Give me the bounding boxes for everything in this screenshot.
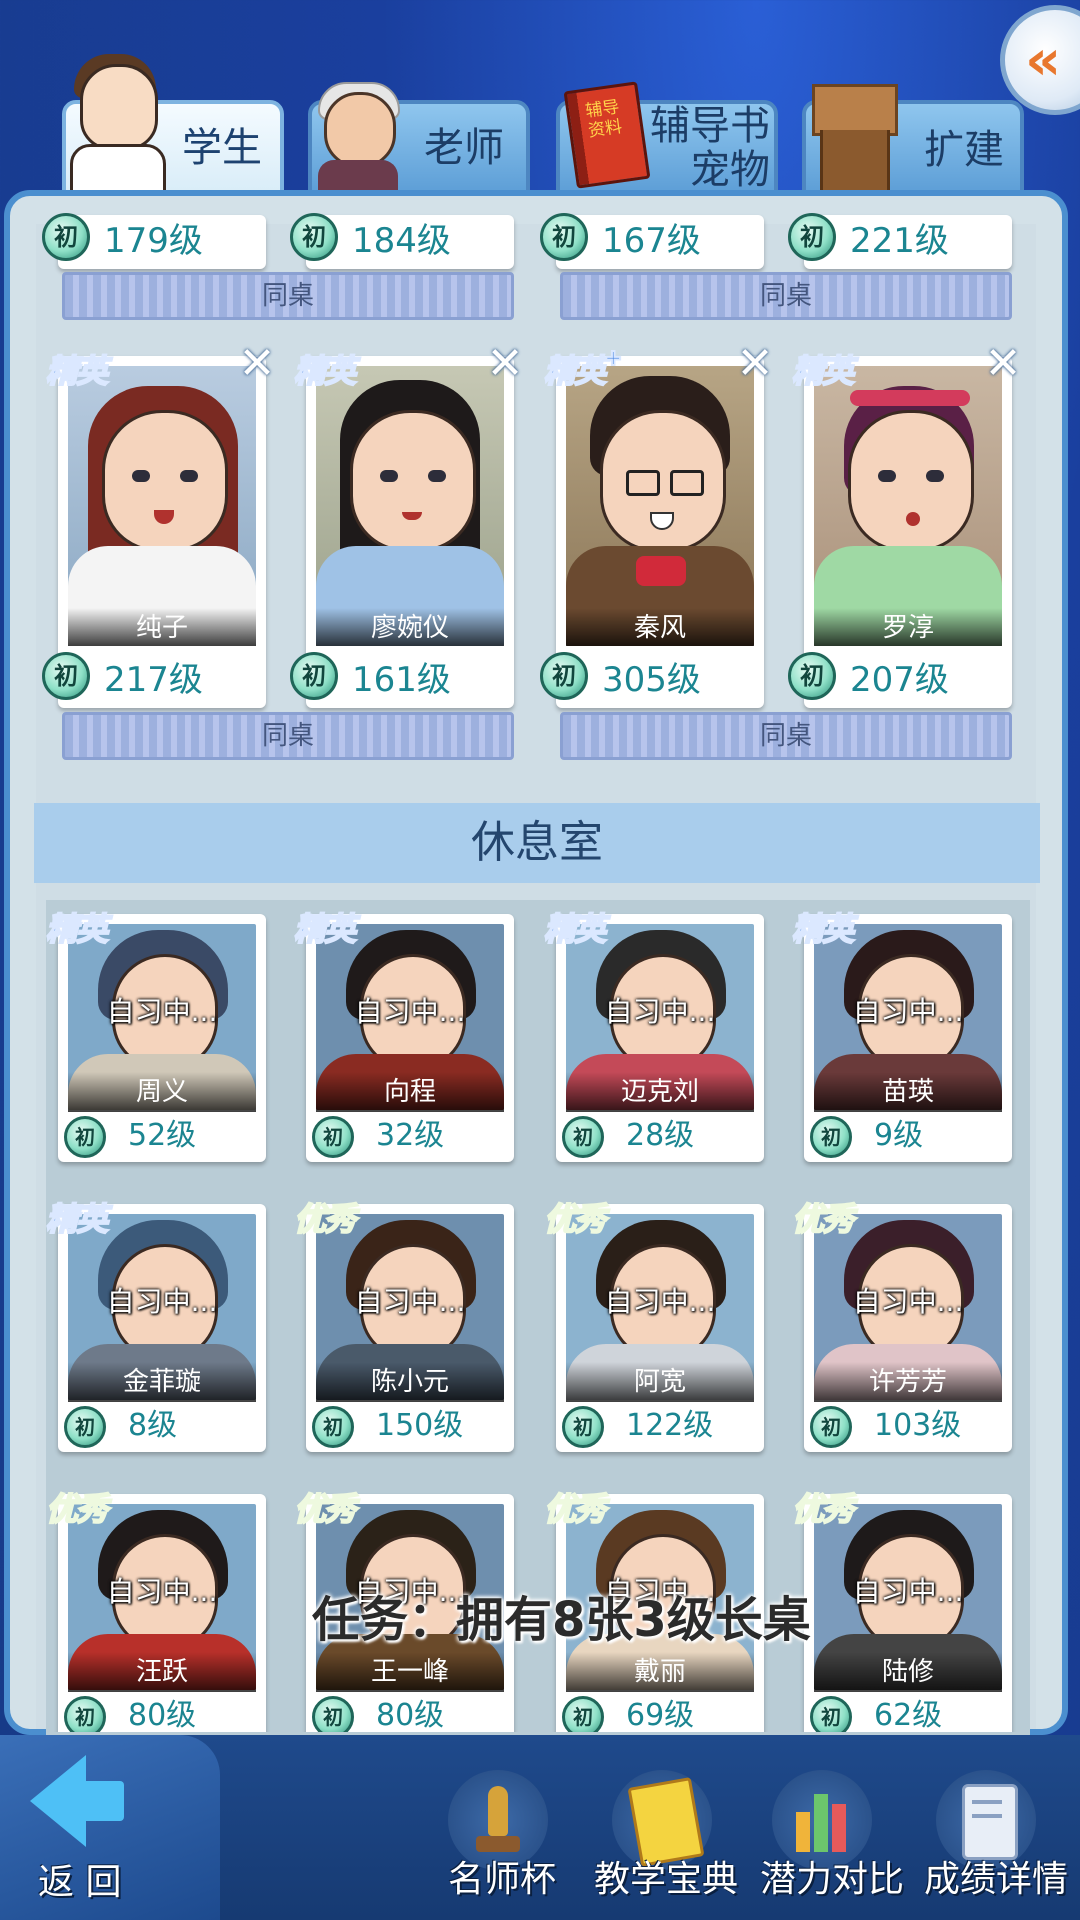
excellent-tag: 优秀 — [45, 1489, 109, 1529]
rank-badge: 初 — [562, 1116, 604, 1158]
level-text: 62级 — [874, 1698, 943, 1732]
studying-label: 自习中... — [604, 995, 716, 1028]
rank-badge: 初 — [562, 1696, 604, 1732]
excellent-tag: 优秀 — [293, 1489, 357, 1529]
studying-label: 自习中... — [106, 1285, 218, 1318]
student-name: 戴丽 — [566, 1652, 754, 1692]
student-name: 苗瑛 — [814, 1072, 1002, 1112]
rest-room-card[interactable]: 自习中... 金菲璇 精英初 8级 — [45, 1199, 266, 1452]
level-text: 69级 — [626, 1698, 695, 1732]
student-name: 阿宽 — [566, 1362, 754, 1402]
studying-label: 自习中... — [852, 995, 964, 1028]
studying-label: 自习中... — [354, 995, 466, 1028]
studying-label: 自习中... — [852, 1575, 964, 1608]
rank-badge: 初 — [810, 1116, 852, 1158]
elite-tag: 精英 — [293, 909, 357, 949]
rest-room-card[interactable]: 自习中... 汪跃 优秀初 80级 — [45, 1489, 266, 1732]
studying-label: 自习中... — [852, 1285, 964, 1318]
back-button[interactable]: 返 回 — [0, 1735, 220, 1920]
rank-badge: 初 — [312, 1116, 354, 1158]
elite-tag: 精英 — [543, 909, 607, 949]
studying-label: 自习中... — [604, 1285, 716, 1318]
level-text: 122级 — [626, 1408, 714, 1443]
bottom-menu-label: 潜力对比 — [760, 1859, 905, 1900]
elite-tag: 精英 — [791, 909, 855, 949]
rest-room-card[interactable]: 自习中... 苗瑛 精英初 9级 — [791, 909, 1012, 1162]
level-text: 150级 — [376, 1408, 464, 1443]
level-text: 80级 — [376, 1698, 445, 1732]
rest-room-grid: 自习中... 周义 精英初 52级 自习中... 向程 精英初 32级 自习中... 迈克刘 精英初… — [0, 0, 1080, 1732]
bottom-menu-label: 名师杯 — [448, 1859, 557, 1900]
rest-room-card[interactable]: 自习中... 阿宽 优秀初 122级 — [543, 1199, 764, 1452]
rest-room-card[interactable]: 自习中... 周义 精英初 52级 — [45, 909, 266, 1162]
rest-room-card[interactable]: 自习中... 陈小元 优秀初 150级 — [293, 1199, 514, 1452]
level-text: 28级 — [626, 1118, 695, 1153]
student-name: 周义 — [68, 1072, 256, 1112]
student-name: 向程 — [316, 1072, 504, 1112]
studying-label: 自习中... — [106, 995, 218, 1028]
excellent-tag: 优秀 — [543, 1199, 607, 1239]
excellent-tag: 优秀 — [791, 1489, 855, 1529]
rest-room-card[interactable]: 自习中... 陆修 优秀初 62级 — [791, 1489, 1012, 1732]
rank-badge: 初 — [64, 1116, 106, 1158]
rank-badge: 初 — [312, 1406, 354, 1448]
student-name: 迈克刘 — [566, 1072, 754, 1112]
bottom-menu-label: 教学宝典 — [594, 1859, 739, 1900]
excellent-tag: 优秀 — [543, 1489, 607, 1529]
elite-tag: 精英 — [45, 909, 109, 949]
student-name: 陈小元 — [316, 1362, 504, 1402]
student-name: 金菲璇 — [68, 1362, 256, 1402]
rest-room-card[interactable]: 自习中... 许芳芳 优秀初 103级 — [791, 1199, 1012, 1452]
back-label: 返 回 — [38, 1862, 122, 1903]
rest-room-card[interactable]: 自习中... 迈克刘 精英初 28级 — [543, 909, 764, 1162]
rank-badge: 初 — [64, 1406, 106, 1448]
elite-tag: 精英 — [45, 1199, 109, 1239]
student-name: 陆修 — [814, 1652, 1002, 1692]
rest-room-card[interactable]: 自习中... 向程 精英初 32级 — [293, 909, 514, 1162]
level-text: 80级 — [128, 1698, 197, 1732]
student-name: 王一峰 — [316, 1652, 504, 1692]
studying-label: 自习中... — [354, 1285, 466, 1318]
bottom-menu-label: 成绩详情 — [924, 1859, 1069, 1900]
excellent-tag: 优秀 — [293, 1199, 357, 1239]
back-arrow-icon — [30, 1755, 86, 1847]
student-name: 许芳芳 — [814, 1362, 1002, 1402]
studying-label: 自习中... — [106, 1575, 218, 1608]
rank-badge: 初 — [312, 1696, 354, 1732]
level-text: 8级 — [128, 1408, 178, 1443]
rank-badge: 初 — [810, 1696, 852, 1732]
rank-badge: 初 — [64, 1696, 106, 1732]
student-name: 汪跃 — [68, 1652, 256, 1692]
level-text: 9级 — [874, 1118, 924, 1153]
task-text: 任务：拥有8张3级长桌 — [312, 1592, 811, 1648]
level-text: 103级 — [874, 1408, 962, 1443]
level-text: 32级 — [376, 1118, 445, 1153]
rank-badge: 初 — [810, 1406, 852, 1448]
rank-badge: 初 — [562, 1406, 604, 1448]
level-text: 52级 — [128, 1118, 197, 1153]
excellent-tag: 优秀 — [791, 1199, 855, 1239]
